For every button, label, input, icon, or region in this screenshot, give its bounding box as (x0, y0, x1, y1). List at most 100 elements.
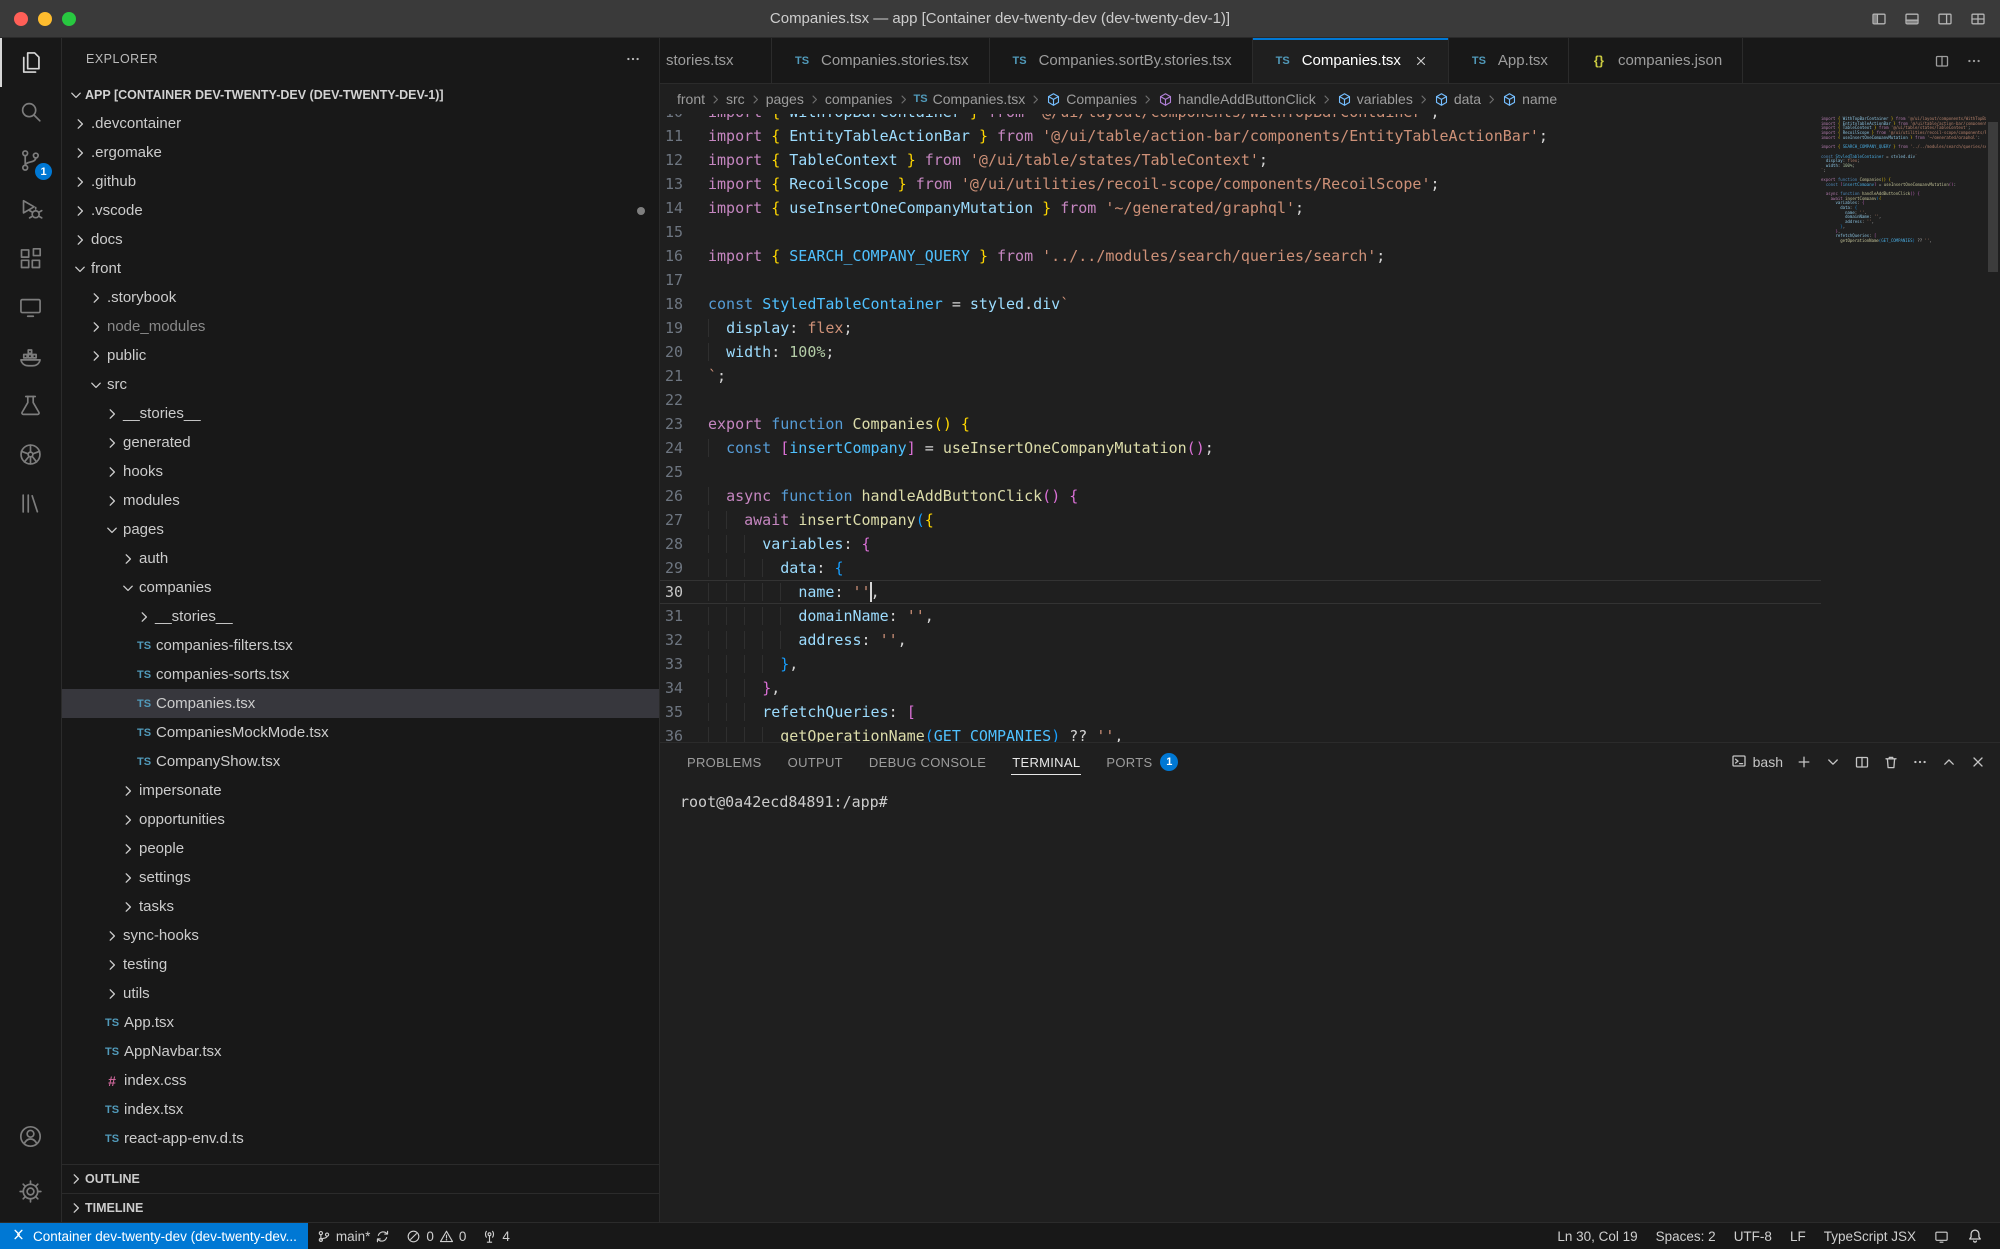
tree-item[interactable]: hooks (62, 457, 659, 486)
activity-run-debug-button[interactable] (0, 185, 61, 234)
split-terminal-icon[interactable] (1854, 754, 1870, 770)
line-number[interactable]: 24 (660, 436, 708, 460)
tree-item[interactable]: companies (62, 573, 659, 602)
tree-item[interactable]: modules (62, 486, 659, 515)
notifications[interactable] (1958, 1223, 1992, 1249)
line-number[interactable]: 22 (660, 388, 708, 412)
activity-docker-button[interactable] (0, 332, 61, 381)
activity-kubernetes-button[interactable] (0, 430, 61, 479)
code-line-22[interactable]: 22 (660, 388, 1821, 412)
editor-tab[interactable]: {}companies.json (1569, 38, 1743, 83)
language-mode[interactable]: TypeScript JSX (1815, 1223, 1925, 1249)
toggle-primary-sidebar-icon[interactable] (1871, 11, 1887, 27)
tree-item[interactable]: utils (62, 979, 659, 1008)
code-line-19[interactable]: 19 display: flex; (660, 316, 1821, 340)
problems-status[interactable]: 0 0 (398, 1223, 474, 1249)
sidebar-section-timeline[interactable]: TIMELINE (62, 1193, 659, 1222)
zoom-window-button[interactable] (62, 12, 76, 26)
code-line-27[interactable]: 27 await insertCompany({ (660, 508, 1821, 532)
activity-testing-button[interactable] (0, 381, 61, 430)
activity-explorer-button[interactable] (0, 38, 61, 87)
scrollbar-thumb[interactable] (1988, 122, 1998, 272)
editor-tab[interactable]: TSCompanies.tsx (1253, 38, 1449, 83)
line-number[interactable]: 27 (660, 508, 708, 532)
tree-item[interactable]: TSCompaniesMockMode.tsx (62, 718, 659, 747)
maximize-panel-icon[interactable] (1941, 754, 1957, 770)
tree-item[interactable]: TSreact-app-env.d.ts (62, 1124, 659, 1153)
code-line-26[interactable]: 26 async function handleAddButtonClick()… (660, 484, 1821, 508)
tree-item[interactable]: testing (62, 950, 659, 979)
code-line-12[interactable]: 12import { TableContext } from '@/ui/tab… (660, 148, 1821, 172)
line-number[interactable]: 33 (660, 652, 708, 676)
tree-item[interactable]: .vscode (62, 196, 659, 225)
encoding[interactable]: UTF-8 (1725, 1223, 1781, 1249)
line-number[interactable]: 31 (660, 604, 708, 628)
breadcrumb-item[interactable]: pages (765, 91, 805, 107)
line-number[interactable]: 34 (660, 676, 708, 700)
indentation[interactable]: Spaces: 2 (1647, 1223, 1725, 1249)
project-section-header[interactable]: APP [CONTAINER DEV-TWENTY-DEV (DEV-TWENT… (62, 80, 659, 109)
tree-item[interactable]: front (62, 254, 659, 283)
tree-item[interactable]: TScompanies-filters.tsx (62, 631, 659, 660)
code-line-11[interactable]: 11import { EntityTableActionBar } from '… (660, 124, 1821, 148)
breadcrumb-item[interactable]: Companies (1045, 91, 1138, 107)
cursor-position[interactable]: Ln 30, Col 19 (1548, 1223, 1646, 1249)
line-number[interactable]: 25 (660, 460, 708, 484)
breadcrumb-item[interactable]: src (725, 91, 746, 107)
line-number[interactable]: 35 (660, 700, 708, 724)
tree-item[interactable]: TSindex.tsx (62, 1095, 659, 1124)
minimize-window-button[interactable] (38, 12, 52, 26)
code-line-30[interactable]: 30 name: '', (660, 580, 1821, 604)
line-number[interactable]: 26 (660, 484, 708, 508)
code-line-14[interactable]: 14import { useInsertOneCompanyMutation }… (660, 196, 1821, 220)
code-line-35[interactable]: 35 refetchQueries: [ (660, 700, 1821, 724)
tree-item[interactable]: .devcontainer (62, 109, 659, 138)
activity-search-button[interactable] (0, 87, 61, 136)
code-line-34[interactable]: 34 }, (660, 676, 1821, 700)
code-line-28[interactable]: 28 variables: { (660, 532, 1821, 556)
breadcrumb-item[interactable]: variables (1336, 91, 1414, 107)
tree-item[interactable]: docs (62, 225, 659, 254)
line-number[interactable]: 16 (660, 244, 708, 268)
line-number[interactable]: 13 (660, 172, 708, 196)
panel-tab-debug-console[interactable]: DEBUG CONSOLE (856, 743, 999, 781)
tree-item[interactable]: public (62, 341, 659, 370)
code-line-36[interactable]: 36 getOperationName(GET_COMPANIES) ?? ''… (660, 724, 1821, 742)
code-line-25[interactable]: 25 (660, 460, 1821, 484)
line-number[interactable]: 10 (660, 114, 708, 124)
tree-item[interactable]: TSApp.tsx (62, 1008, 659, 1037)
code-area[interactable]: 10import { WithTopBarContainer } from '@… (660, 114, 1821, 742)
code-line-33[interactable]: 33 }, (660, 652, 1821, 676)
editor-tab[interactable]: TSCompanies.stories.tsx (772, 38, 990, 83)
line-number[interactable]: 36 (660, 724, 708, 742)
kill-terminal-icon[interactable] (1883, 754, 1899, 770)
line-number[interactable]: 14 (660, 196, 708, 220)
line-number[interactable]: 18 (660, 292, 708, 316)
breadcrumb-item[interactable]: handleAddButtonClick (1157, 91, 1317, 107)
tree-item[interactable]: pages (62, 515, 659, 544)
explorer-actions-icon[interactable] (625, 51, 641, 67)
tree-item[interactable]: people (62, 834, 659, 863)
terminal-output[interactable]: root@0a42ecd84891:/app# (660, 781, 2000, 1222)
code-line-10[interactable]: 10import { WithTopBarContainer } from '@… (660, 114, 1821, 124)
line-number[interactable]: 15 (660, 220, 708, 244)
code-line-32[interactable]: 32 address: '', (660, 628, 1821, 652)
panel-more-actions-icon[interactable] (1912, 754, 1928, 770)
minimap[interactable]: import { WithTopBarContainer } from '@/u… (1821, 114, 1986, 742)
panel-tab-problems[interactable]: PROBLEMS (674, 743, 775, 781)
tree-item[interactable]: auth (62, 544, 659, 573)
branch-status[interactable]: main* (308, 1223, 399, 1249)
activity-settings-button[interactable] (0, 1167, 61, 1216)
tree-item[interactable]: .ergomake (62, 138, 659, 167)
editor-scrollbar[interactable] (1986, 114, 2000, 742)
sidebar-section-outline[interactable]: OUTLINE (62, 1164, 659, 1193)
split-editor-icon[interactable] (1934, 53, 1950, 69)
tree-item[interactable]: TSCompanyShow.tsx (62, 747, 659, 776)
editor-tab[interactable]: TSApp.tsx (1449, 38, 1569, 83)
activity-extensions-button[interactable] (0, 234, 61, 283)
tree-item[interactable]: TSCompanies.tsx (62, 689, 659, 718)
panel-tab-ports[interactable]: PORTS1 (1093, 743, 1191, 781)
activity-remote-explorer-button[interactable] (0, 283, 61, 332)
line-number[interactable]: 11 (660, 124, 708, 148)
breadcrumb-item[interactable]: name (1501, 91, 1558, 107)
